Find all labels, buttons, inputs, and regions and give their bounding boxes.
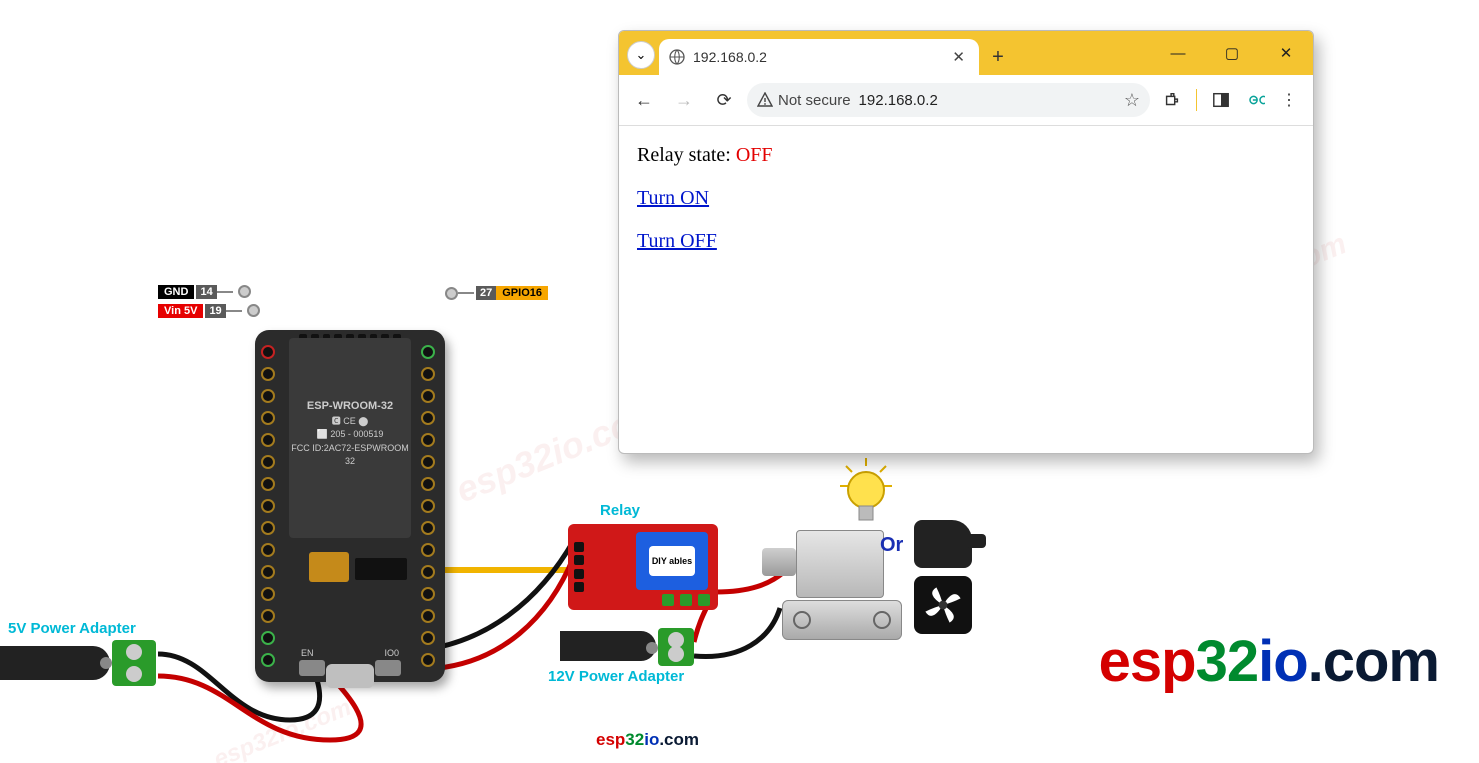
relay-input-header bbox=[574, 542, 584, 592]
pin-label-gpio: GPIO16 bbox=[496, 286, 548, 300]
relay-output-terminals bbox=[662, 594, 710, 606]
arduino-extension-icon[interactable] bbox=[1245, 90, 1265, 110]
esp32-shield: ESP-WROOM-32 🅲 CE ⬤ ⬜ 205 - 000519 FCC I… bbox=[289, 338, 411, 538]
esp32-usb-ic bbox=[355, 558, 407, 580]
nav-back-button[interactable]: ← bbox=[627, 83, 661, 117]
tab-close-button[interactable]: ✕ bbox=[948, 48, 969, 66]
bookmark-star-button[interactable]: ☆ bbox=[1124, 90, 1140, 111]
new-tab-button[interactable]: + bbox=[983, 42, 1013, 72]
nav-reload-button[interactable]: ⟳ bbox=[707, 83, 741, 117]
relay-module: DIY ables bbox=[568, 524, 718, 610]
relay-state-value: OFF bbox=[736, 144, 773, 166]
browser-menu-button[interactable]: ⋮ bbox=[1279, 90, 1299, 110]
tab-search-button[interactable]: ⌄ bbox=[627, 41, 655, 69]
brand-small: esp32io.com bbox=[596, 730, 699, 750]
screw-terminal-icon bbox=[658, 628, 694, 666]
label-or: Or bbox=[880, 534, 903, 557]
esp32-en-label: EN bbox=[301, 648, 314, 658]
pin-legend-left: GND 14 Vin 5V 19 bbox=[158, 283, 260, 321]
page-content: Relay state: OFF Turn ON Turn OFF bbox=[619, 126, 1313, 291]
pin-dot-icon bbox=[247, 304, 260, 317]
window-maximize-button[interactable]: ▢ bbox=[1205, 31, 1259, 75]
pin-number-gpio: 27 bbox=[476, 286, 496, 300]
esp32-en-button bbox=[299, 660, 325, 676]
esp32-regulator-ic bbox=[309, 552, 349, 582]
browser-tab[interactable]: 192.168.0.2 ✕ bbox=[659, 39, 979, 75]
address-bar[interactable]: Not secure 192.168.0.2 ☆ bbox=[747, 83, 1150, 117]
brand-large: esp32io.com bbox=[1099, 628, 1439, 695]
url-text: 192.168.0.2 bbox=[859, 92, 1116, 109]
pin-label-vin: Vin 5V bbox=[158, 304, 203, 318]
relay-state-prefix: Relay state: bbox=[637, 144, 736, 166]
esp32-shield-text: ESP-WROOM-32 🅲 CE ⬤ ⬜ 205 - 000519 FCC I… bbox=[289, 398, 411, 469]
label-5v-adapter: 5V Power Adapter bbox=[8, 620, 136, 637]
esp32-io0-label: IO0 bbox=[384, 648, 399, 658]
esp32-io0-button bbox=[375, 660, 401, 676]
esp32-usb-port bbox=[326, 664, 374, 688]
esp32-pin-rail-left bbox=[261, 345, 279, 667]
diagram-stage: { "watermark": "esp32io.com", "pins": { … bbox=[0, 0, 1479, 763]
pump-icon bbox=[914, 520, 972, 568]
power-adapter-12v bbox=[560, 628, 700, 666]
link-turn-off[interactable]: Turn OFF bbox=[637, 230, 717, 252]
label-12v-adapter: 12V Power Adapter bbox=[548, 668, 684, 685]
pin-legend-right: 27 GPIO16 bbox=[440, 286, 548, 300]
barrel-jack-icon bbox=[560, 631, 656, 661]
relay-badge: DIY ables bbox=[649, 546, 695, 576]
watermark: esp32io.com bbox=[210, 694, 355, 763]
extensions-icon[interactable] bbox=[1162, 90, 1182, 110]
pin-number-gnd: 14 bbox=[196, 285, 216, 299]
globe-icon bbox=[669, 49, 685, 65]
esp32-board: ESP-WROOM-32 🅲 CE ⬤ ⬜ 205 - 000519 FCC I… bbox=[255, 330, 445, 682]
screw-terminal-icon bbox=[112, 640, 156, 686]
relay-state-line: Relay state: OFF bbox=[637, 144, 1295, 167]
browser-tabstrip: ⌄ 192.168.0.2 ✕ + — ▢ ✕ bbox=[619, 31, 1313, 75]
separator bbox=[1196, 89, 1197, 111]
window-controls: — ▢ ✕ bbox=[1151, 31, 1313, 75]
reading-mode-icon[interactable] bbox=[1211, 90, 1231, 110]
label-relay: Relay bbox=[600, 502, 640, 519]
window-minimize-button[interactable]: — bbox=[1151, 31, 1205, 75]
nav-forward-button[interactable]: → bbox=[667, 83, 701, 117]
tab-title: 192.168.0.2 bbox=[693, 49, 940, 65]
relay-cube: DIY ables bbox=[636, 532, 708, 590]
barrel-jack-icon bbox=[0, 646, 110, 680]
lightbulb-icon bbox=[838, 458, 894, 533]
toolbar-icons: ⋮ bbox=[1156, 89, 1305, 111]
browser-toolbar: ← → ⟳ Not secure 192.168.0.2 ☆ ⋮ bbox=[619, 75, 1313, 126]
pin-dot-icon bbox=[238, 285, 251, 298]
pin-label-gnd: GND bbox=[158, 285, 194, 299]
fan-icon bbox=[914, 576, 972, 634]
warning-icon bbox=[757, 92, 773, 108]
security-chip[interactable]: Not secure bbox=[757, 92, 851, 109]
esp32-pin-rail-right bbox=[421, 345, 439, 667]
pin-dot-icon bbox=[445, 287, 458, 300]
security-label: Not secure bbox=[778, 92, 851, 109]
pin-number-vin: 19 bbox=[205, 304, 225, 318]
link-turn-on[interactable]: Turn ON bbox=[637, 187, 709, 209]
power-adapter-5v bbox=[0, 640, 145, 686]
window-close-button[interactable]: ✕ bbox=[1259, 31, 1313, 75]
browser-window: ⌄ 192.168.0.2 ✕ + — ▢ ✕ ← → ⟳ Not secure… bbox=[618, 30, 1314, 454]
